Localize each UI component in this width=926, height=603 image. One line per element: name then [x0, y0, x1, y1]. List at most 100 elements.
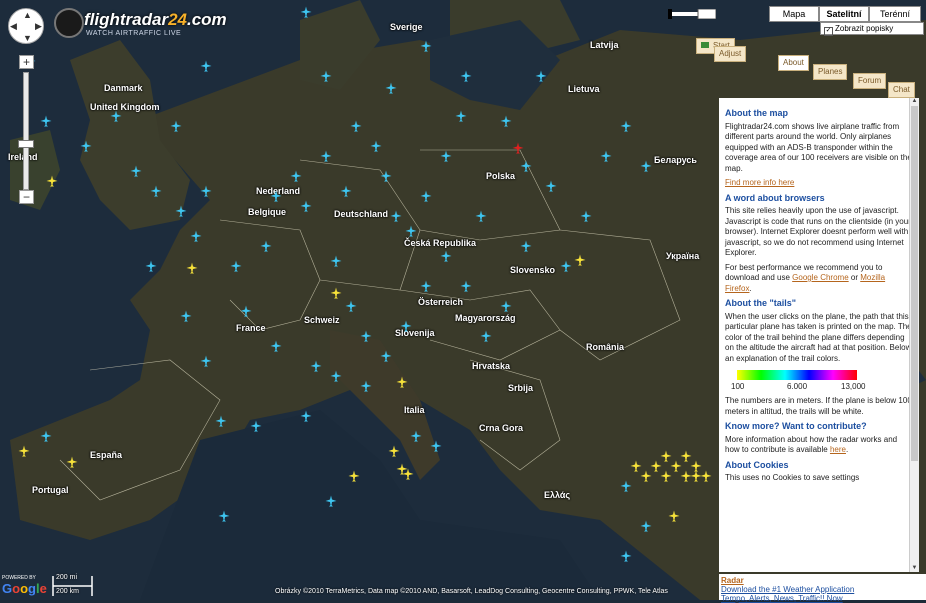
- airplane-icon[interactable]: [380, 350, 392, 362]
- airplane-icon[interactable]: [200, 60, 212, 72]
- airplane-icon[interactable]: [340, 185, 352, 197]
- airplane-icon[interactable]: [535, 70, 547, 82]
- airplane-icon[interactable]: [420, 190, 432, 202]
- airplane-icon[interactable]: [310, 360, 322, 372]
- airplane-icon[interactable]: [290, 170, 302, 182]
- airplane-icon[interactable]: [640, 520, 652, 532]
- airplane-icon[interactable]: [240, 305, 252, 317]
- airplane-icon[interactable]: [218, 510, 230, 522]
- tab-about[interactable]: About: [778, 55, 809, 71]
- airplane-icon[interactable]: [520, 160, 532, 172]
- airplane-icon[interactable]: [390, 210, 402, 222]
- airplane-icon[interactable]: [40, 115, 52, 127]
- airplane-icon[interactable]: [400, 320, 412, 332]
- zoom-in-button[interactable]: +: [19, 55, 34, 69]
- airplane-icon[interactable]: [560, 260, 572, 272]
- airplane-icon[interactable]: [215, 415, 227, 427]
- airplane-icon[interactable]: [660, 450, 672, 462]
- airplane-icon[interactable]: [320, 70, 332, 82]
- airplane-icon[interactable]: [180, 310, 192, 322]
- airplane-icon[interactable]: [430, 440, 442, 452]
- scale-slider-icon[interactable]: [668, 9, 716, 19]
- airplane-icon[interactable]: [345, 300, 357, 312]
- airplane-icon[interactable]: [360, 380, 372, 392]
- airplane-icon[interactable]: [580, 210, 592, 222]
- zoom-out-button[interactable]: −: [19, 190, 34, 204]
- selected-airplane-icon[interactable]: [512, 142, 524, 154]
- airplane-icon[interactable]: [330, 255, 342, 267]
- airplane-icon[interactable]: [40, 430, 52, 442]
- airplane-icon[interactable]: [640, 160, 652, 172]
- pan-down-icon[interactable]: ▼: [23, 33, 32, 43]
- airplane-icon[interactable]: [480, 330, 492, 342]
- tab-adjust[interactable]: Adjust: [714, 46, 747, 62]
- airplane-icon[interactable]: [668, 510, 680, 522]
- airplane-icon[interactable]: [350, 120, 362, 132]
- airplane-icon[interactable]: [640, 470, 652, 482]
- maptype-terrain-button[interactable]: Terénní: [869, 6, 921, 22]
- tab-forum[interactable]: Forum: [853, 73, 887, 89]
- airplane-icon[interactable]: [380, 170, 392, 182]
- airplane-icon[interactable]: [190, 230, 202, 242]
- airplane-icon[interactable]: [186, 262, 198, 274]
- airplane-icon[interactable]: [200, 185, 212, 197]
- airplane-icon[interactable]: [620, 120, 632, 132]
- airplane-icon[interactable]: [410, 430, 422, 442]
- airplane-icon[interactable]: [130, 165, 142, 177]
- airplane-icon[interactable]: [620, 550, 632, 562]
- airplane-icon[interactable]: [330, 370, 342, 382]
- airplane-icon[interactable]: [360, 330, 372, 342]
- pan-control[interactable]: ▲ ◀ ▶ ▼: [8, 8, 44, 44]
- airplane-icon[interactable]: [500, 115, 512, 127]
- airplane-icon[interactable]: [110, 110, 122, 122]
- weather-ad-link[interactable]: Download the #1 Weather Application: [721, 585, 854, 594]
- airplane-icon[interactable]: [145, 260, 157, 272]
- airplane-icon[interactable]: [300, 410, 312, 422]
- airplane-icon[interactable]: [440, 250, 452, 262]
- airplane-icon[interactable]: [330, 287, 342, 299]
- airplane-icon[interactable]: [200, 355, 212, 367]
- airplane-icon[interactable]: [170, 120, 182, 132]
- airplane-icon[interactable]: [440, 150, 452, 162]
- zoom-slider-thumb[interactable]: [18, 140, 34, 148]
- airplane-icon[interactable]: [545, 180, 557, 192]
- weather-ad-link-2[interactable]: Tempo, Alerts, News, Traffic!! Now: [721, 594, 843, 603]
- airplane-icon[interactable]: [520, 240, 532, 252]
- scroll-up-icon[interactable]: ▲: [911, 98, 918, 105]
- tab-planes[interactable]: Planes: [813, 64, 848, 80]
- airplane-icon[interactable]: [460, 280, 472, 292]
- maptype-satellite-button[interactable]: Satelitní: [819, 6, 869, 22]
- airplane-icon[interactable]: [66, 456, 78, 468]
- airplane-icon[interactable]: [300, 6, 312, 18]
- contribute-here-link[interactable]: here: [830, 445, 846, 454]
- airplane-icon[interactable]: [388, 445, 400, 457]
- radar-link[interactable]: Radar: [721, 576, 744, 585]
- pan-left-icon[interactable]: ◀: [10, 21, 17, 32]
- show-labels-toggle[interactable]: ✓ Zobrazit popisky: [820, 22, 924, 36]
- find-more-link[interactable]: Find more info here: [725, 178, 794, 187]
- airplane-icon[interactable]: [325, 495, 337, 507]
- airplane-icon[interactable]: [405, 225, 417, 237]
- airplane-icon[interactable]: [46, 175, 58, 187]
- airplane-icon[interactable]: [250, 420, 262, 432]
- airplane-icon[interactable]: [396, 376, 408, 388]
- airplane-icon[interactable]: [18, 445, 30, 457]
- tab-chat[interactable]: Chat: [888, 82, 915, 98]
- airplane-icon[interactable]: [320, 150, 332, 162]
- airplane-icon[interactable]: [574, 254, 586, 266]
- airplane-icon[interactable]: [370, 140, 382, 152]
- airplane-icon[interactable]: [460, 70, 472, 82]
- airplane-icon[interactable]: [230, 260, 242, 272]
- pan-up-icon[interactable]: ▲: [23, 10, 32, 20]
- maptype-map-button[interactable]: Mapa: [769, 6, 819, 22]
- airplane-icon[interactable]: [500, 300, 512, 312]
- airplane-icon[interactable]: [690, 470, 702, 482]
- airplane-icon[interactable]: [600, 150, 612, 162]
- airplane-icon[interactable]: [270, 340, 282, 352]
- checkbox-icon[interactable]: ✓: [824, 27, 833, 36]
- pan-right-icon[interactable]: ▶: [35, 21, 42, 32]
- airplane-icon[interactable]: [475, 210, 487, 222]
- airplane-icon[interactable]: [300, 200, 312, 212]
- site-logo[interactable]: flightradar24.com WATCH AIRTRAFFIC LIVE: [54, 8, 227, 40]
- airplane-icon[interactable]: [420, 40, 432, 52]
